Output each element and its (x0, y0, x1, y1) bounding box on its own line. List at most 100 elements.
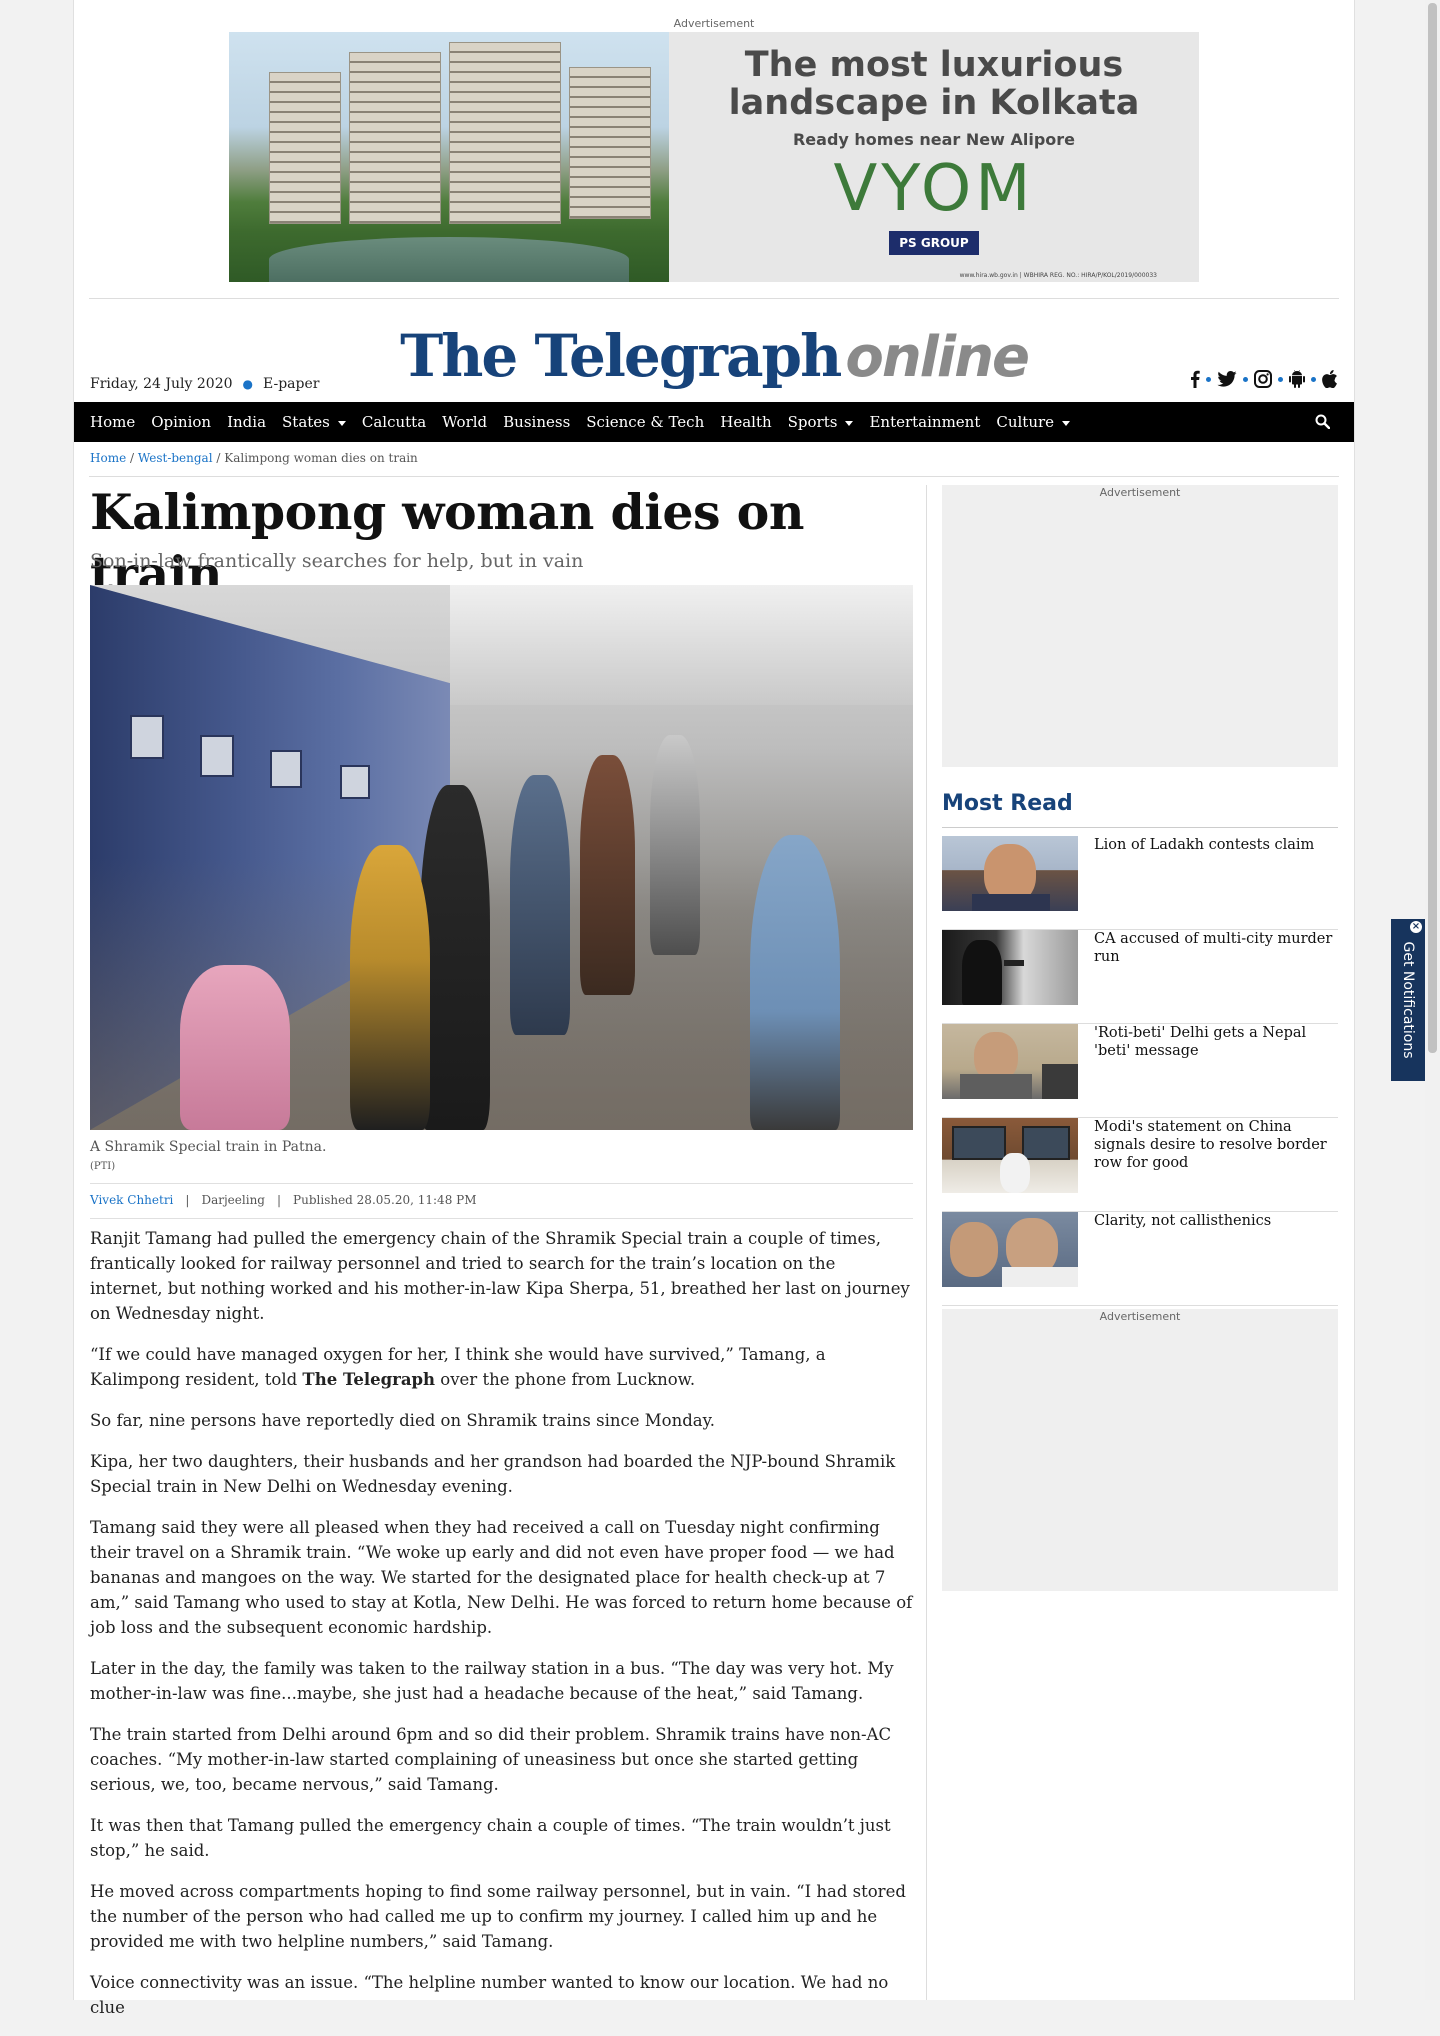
separator-dot (1311, 376, 1316, 382)
most-read-title[interactable]: Clarity, not callisthenics (1094, 1212, 1338, 1230)
byline-separator: | (185, 1193, 190, 1207)
nav-opinion[interactable]: Opinion (151, 413, 211, 431)
separator-dot (1278, 376, 1283, 382)
article-paragraph: Later in the day, the family was taken t… (90, 1659, 894, 1703)
ad-label: Advertisement (1099, 486, 1181, 499)
most-read-item[interactable]: Modi's statement on China signals desire… (942, 1118, 1338, 1212)
article-paragraph: Voice connectivity was an issue. “The he… (90, 1973, 889, 2017)
nav-calcutta[interactable]: Calcutta (362, 413, 426, 431)
get-notifications-button[interactable]: × Get Notifications (1391, 919, 1425, 1081)
breadcrumb-current: Kalimpong woman dies on train (224, 451, 418, 465)
ad-photo (229, 32, 669, 282)
article-paragraph: The train started from Delhi around 6pm … (90, 1725, 892, 1794)
current-date: Friday, 24 July 2020 (90, 376, 233, 392)
most-read-item[interactable]: Lion of Ladakh contests claim (942, 836, 1338, 930)
main-navigation: Home Opinion India States Calcutta World… (74, 402, 1354, 442)
most-read-thumbnail[interactable] (942, 930, 1078, 1005)
nav-culture[interactable]: Culture (996, 413, 1071, 431)
page-container: Advertisement The most luxurious landsca… (73, 0, 1355, 2017)
close-icon[interactable]: × (1410, 921, 1422, 933)
image-detail (580, 755, 635, 995)
image-detail (750, 835, 840, 1130)
article-paragraph: Ranjit Tamang had pulled the emergency c… (90, 1229, 910, 1323)
chevron-down-icon (1062, 420, 1071, 426)
article-paragraph: So far, nine persons have reportedly die… (90, 1411, 715, 1430)
apple-icon[interactable] (1322, 370, 1338, 388)
nav-states[interactable]: States (282, 413, 346, 431)
sidebar-advertisement[interactable] (942, 485, 1338, 767)
most-read-item[interactable]: 'Roti-beti' Delhi gets a Nepal 'beti' me… (942, 1024, 1338, 1118)
image-detail (650, 735, 700, 955)
article-standfirst: Son-in-law frantically searches for help… (90, 550, 584, 572)
breadcrumb-home[interactable]: Home (90, 451, 126, 465)
divider (942, 827, 1338, 828)
most-read-item[interactable]: CA accused of multi-city murder run (942, 930, 1338, 1024)
author-link[interactable]: Vivek Chhetri (90, 1193, 173, 1207)
article-paragraph: Kipa, her two daughters, their husbands … (90, 1452, 896, 1496)
separator-dot (1243, 376, 1248, 382)
facebook-icon[interactable] (1190, 370, 1200, 388)
chevron-down-icon (845, 420, 854, 426)
nav-home[interactable]: Home (90, 413, 135, 431)
most-read-title[interactable]: CA accused of multi-city murder run (1094, 930, 1338, 966)
most-read-title[interactable]: Modi's statement on China signals desire… (1094, 1118, 1338, 1172)
most-read-item[interactable]: Clarity, not callisthenics (942, 1212, 1338, 1306)
byline-separator: | (276, 1193, 282, 1207)
image-detail (350, 845, 430, 1130)
ad-label: Advertisement (1099, 1310, 1181, 1323)
top-advertisement-banner[interactable]: The most luxurious landscape in Kolkata … (229, 32, 1199, 282)
publication-name: The Telegraph (302, 1370, 436, 1389)
most-read-thumbnail[interactable] (942, 836, 1078, 911)
nav-sports-label: Sports (787, 413, 838, 431)
ad-copy: The most luxurious landscape in Kolkata … (669, 32, 1199, 282)
most-read-thumbnail[interactable] (942, 1212, 1078, 1287)
nav-states-label: States (282, 413, 330, 431)
nav-business[interactable]: Business (503, 413, 570, 431)
sidebar-advertisement[interactable] (942, 1309, 1338, 1591)
android-icon[interactable] (1289, 370, 1305, 388)
image-credit: (PTI) (90, 1161, 116, 1172)
most-read-thumbnail[interactable] (942, 1024, 1078, 1099)
scrollbar[interactable] (1425, 0, 1440, 2000)
instagram-icon[interactable] (1254, 370, 1272, 388)
article-location: Darjeeling (201, 1193, 265, 1207)
article-paragraph: Tamang said they were all pleased when t… (90, 1518, 913, 1637)
epaper-link[interactable]: E-paper (263, 376, 319, 392)
search-icon[interactable] (1315, 414, 1331, 433)
separator-dot: ● (242, 377, 253, 391)
image-detail (510, 775, 570, 1035)
image-detail (420, 785, 490, 1130)
most-read-title[interactable]: 'Roti-beti' Delhi gets a Nepal 'beti' me… (1094, 1024, 1338, 1060)
twitter-icon[interactable] (1217, 371, 1237, 387)
most-read-thumbnail[interactable] (942, 1118, 1078, 1193)
breadcrumb: Home / West-bengal / Kalimpong woman die… (90, 451, 418, 465)
breadcrumb-section[interactable]: West-bengal (138, 451, 213, 465)
ad-label: Advertisement (673, 17, 755, 30)
nav-world[interactable]: World (442, 413, 487, 431)
article-paragraph: “If we could have managed oxygen for her… (90, 1342, 913, 1392)
lead-image[interactable] (90, 585, 913, 1130)
article-paragraph: He moved across compartments hoping to f… (90, 1882, 906, 1951)
article-text: over the phone from Lucknow. (435, 1370, 696, 1389)
image-detail (180, 965, 290, 1130)
most-read-heading: Most Read (942, 791, 1073, 816)
ad-fine-print: www.hira.wb.gov.in | WBHIRA REG. NO.: HI… (959, 272, 1157, 279)
ad-headline: The most luxurious landscape in Kolkata (728, 45, 1140, 123)
nav-entertainment[interactable]: Entertainment (869, 413, 980, 431)
divider (89, 298, 1339, 299)
nav-india[interactable]: India (227, 413, 266, 431)
scrollbar-thumb[interactable] (1428, 3, 1437, 1053)
article-body: Ranjit Tamang had pulled the emergency c… (90, 1226, 913, 2036)
breadcrumb-separator: / (216, 451, 221, 465)
column-divider (926, 485, 927, 2000)
notifications-label: Get Notifications (1400, 941, 1416, 1059)
most-read-list: Lion of Ladakh contests claim CA accused… (942, 836, 1338, 1306)
nav-health[interactable]: Health (720, 413, 771, 431)
divider (90, 1183, 913, 1184)
most-read-title[interactable]: Lion of Ladakh contests claim (1094, 836, 1338, 854)
masthead-suffix: online (845, 325, 1030, 390)
nav-science-tech[interactable]: Science & Tech (586, 413, 704, 431)
ad-logo: PS GROUP (889, 231, 979, 255)
nav-sports[interactable]: Sports (788, 413, 854, 431)
divider (90, 1218, 913, 1219)
